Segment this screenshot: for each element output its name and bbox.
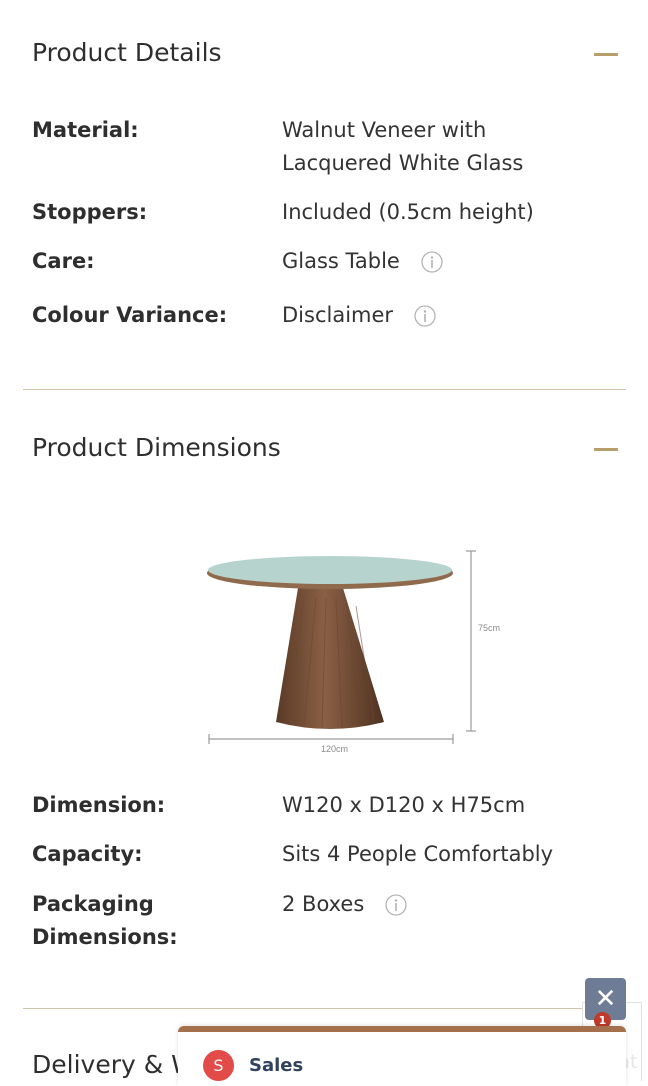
section-divider	[23, 1008, 626, 1009]
width-dimension-label: 120cm	[321, 744, 348, 754]
packaging-value: 2 Boxes	[282, 888, 407, 921]
collapse-details-icon[interactable]	[594, 53, 618, 56]
care-label: Care:	[32, 249, 95, 273]
sales-label: Sales	[249, 1055, 304, 1076]
stoppers-value: Included (0.5cm height)	[282, 200, 534, 224]
packaging-label-line2: Dimensions:	[32, 925, 178, 949]
dimension-value: W120 x D120 x H75cm	[282, 793, 526, 817]
colour-variance-info-icon[interactable]	[414, 305, 436, 327]
material-label: Material:	[32, 118, 139, 142]
table-dimension-diagram: 75cm 120cm	[207, 550, 500, 754]
colour-variance-label: Colour Variance:	[32, 303, 228, 327]
packaging-label-line1: Packaging	[32, 892, 154, 916]
care-info-icon[interactable]	[420, 251, 443, 273]
care-value-text: Glass Table	[282, 249, 400, 273]
packaging-info-icon[interactable]	[385, 894, 407, 916]
packaging-value-text: 2 Boxes	[282, 892, 365, 916]
stoppers-label: Stoppers:	[32, 200, 148, 224]
care-value: Glass Table	[282, 245, 443, 278]
delivery-title[interactable]: Delivery & W	[32, 1050, 196, 1079]
material-value-line2: Lacquered White Glass	[282, 151, 524, 175]
sales-chat-bar[interactable]: S Sales	[178, 1026, 626, 1086]
dimension-label: Dimension:	[32, 793, 166, 817]
capacity-label: Capacity:	[32, 842, 143, 866]
material-value-line1: Walnut Veneer with	[282, 118, 487, 142]
colour-variance-value-text: Disclaimer	[282, 303, 394, 327]
capacity-value: Sits 4 People Comfortably	[282, 842, 554, 866]
section-divider	[23, 389, 626, 390]
sales-avatar: S	[203, 1050, 234, 1081]
colour-variance-value: Disclaimer	[282, 299, 436, 332]
product-dimensions-title[interactable]: Product Dimensions	[32, 433, 281, 462]
height-dimension-label: 75cm	[478, 623, 500, 633]
collapse-dimensions-icon[interactable]	[594, 448, 618, 451]
product-details-title[interactable]: Product Details	[32, 38, 222, 67]
